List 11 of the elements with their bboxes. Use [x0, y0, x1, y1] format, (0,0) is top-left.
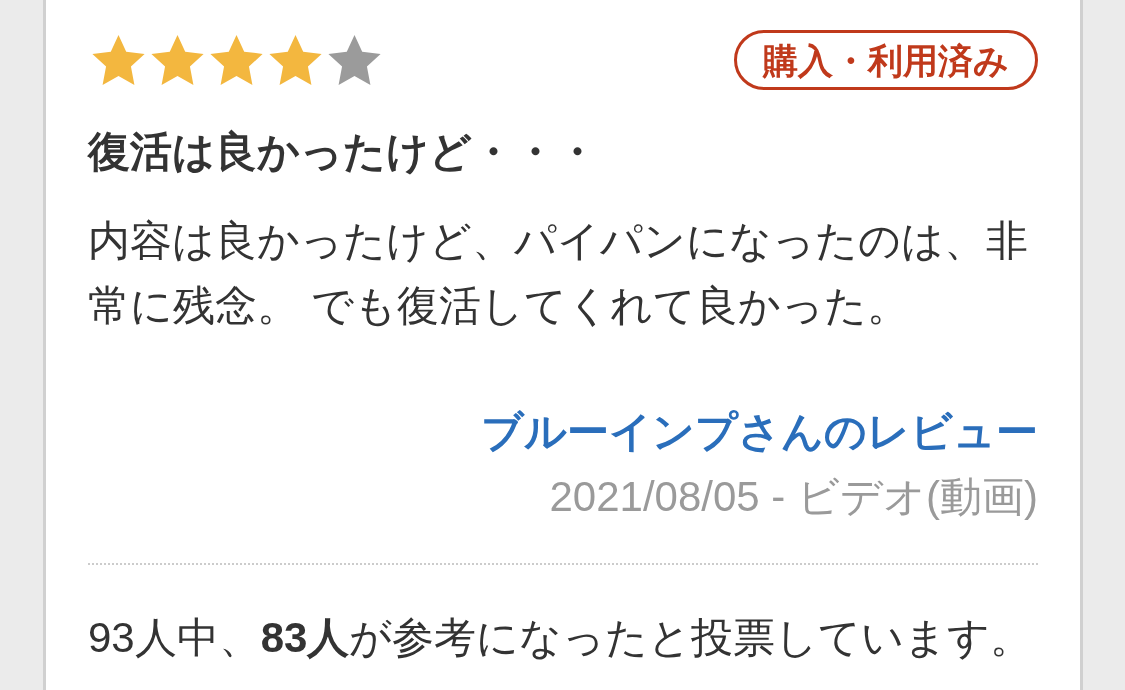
empty-star-icon: [328, 35, 381, 85]
helpful-votes-text: 93人中、83人が参考になったと投票しています。: [88, 613, 1034, 663]
review-title: 復活は良かったけど・・・: [88, 127, 599, 177]
filled-star-icon: [210, 35, 263, 85]
review-body: 内容は良かったけど、パイパンになったのは、非常に残念。 でも復活してくれて良かった。: [88, 216, 1029, 331]
filled-star-icon: [92, 35, 145, 85]
filled-star-icon: [269, 35, 322, 85]
reviewer-link[interactable]: ブルーインプさんのレビュー: [481, 406, 1038, 458]
filled-star-icon: [151, 35, 204, 85]
purchased-badge: 購入・利用済み: [734, 30, 1038, 90]
review-date-category: 2021/08/05 - ビデオ(動画): [549, 472, 1038, 522]
